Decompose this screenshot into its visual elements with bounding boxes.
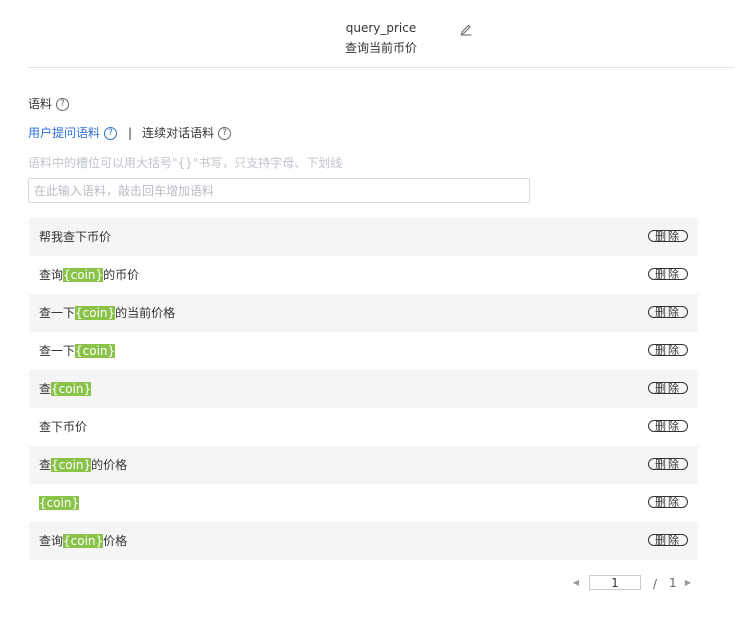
- slot-tag: {coin}: [39, 496, 80, 510]
- slot-tag: {coin}: [51, 382, 92, 396]
- utterance-fragment: 查一下: [39, 344, 76, 358]
- tab-user-questions-label: 用户提问语料: [28, 126, 101, 140]
- utterance-fragment: 的币价: [103, 268, 140, 282]
- tab-continuous-dialogue[interactable]: 连续对话语料?: [142, 126, 232, 140]
- utterance-text: 查下币价: [39, 420, 87, 434]
- utterance-fragment: 的当前价格: [115, 306, 176, 320]
- slot-tag: {coin}: [63, 534, 104, 548]
- corpus-section-title: 语料?: [28, 97, 70, 111]
- utterance-row: 查{coin}的价格 删除: [29, 446, 698, 484]
- utterance-text: 查{coin}的价格: [39, 458, 127, 472]
- question-circle-icon[interactable]: ?: [218, 127, 232, 140]
- corpus-title-label: 语料: [28, 97, 53, 111]
- utterance-text: {coin}: [39, 496, 80, 510]
- utterance-fragment: 帮我查下币价: [39, 230, 112, 244]
- slot-tag: {coin}: [51, 458, 92, 472]
- delete-button[interactable]: 删除: [648, 420, 688, 432]
- intent-description: 查询当前币价: [344, 41, 417, 55]
- utterance-fragment: 查: [39, 458, 52, 472]
- page-number-input[interactable]: [589, 575, 641, 590]
- question-circle-icon[interactable]: ?: [56, 98, 70, 111]
- utterance-fragment: 的价格: [91, 458, 128, 472]
- delete-button[interactable]: 删除: [648, 306, 688, 318]
- utterance-text: 查一下{coin}: [39, 344, 116, 358]
- utterance-text: 查询{coin}价格: [39, 534, 127, 548]
- delete-button[interactable]: 删除: [648, 230, 688, 242]
- slot-tag: {coin}: [75, 306, 116, 320]
- utterance-row: 查询{coin}的币价 删除: [29, 256, 698, 294]
- utterance-row: 查询{coin}价格 删除: [29, 522, 698, 560]
- utterance-row: 查{coin} 删除: [29, 370, 698, 408]
- utterance-text: 查询{coin}的币价: [39, 268, 139, 282]
- delete-button[interactable]: 删除: [648, 382, 688, 394]
- delete-button[interactable]: 删除: [648, 458, 688, 470]
- delete-button[interactable]: 删除: [648, 268, 688, 280]
- slot-syntax-hint: 语料中的槽位可以用大括号"{}"书写，只支持字母、下划线: [28, 156, 343, 170]
- utterance-row: {coin} 删除: [29, 484, 698, 522]
- utterance-fragment: 价格: [103, 534, 128, 548]
- question-circle-icon[interactable]: ?: [104, 127, 118, 140]
- intent-name: query_price: [345, 21, 417, 35]
- corpus-tabs: 用户提问语料? | 连续对话语料?: [28, 126, 232, 140]
- utterance-fragment: 查询: [39, 268, 64, 282]
- utterance-text: 查{coin}: [39, 382, 92, 396]
- delete-button[interactable]: 删除: [648, 534, 688, 546]
- utterance-row: 查下币价 删除: [29, 408, 698, 446]
- utterance-input[interactable]: [28, 178, 530, 203]
- slot-tag: {coin}: [63, 268, 104, 282]
- utterance-text: 帮我查下币价: [39, 230, 111, 244]
- page-total: 1: [669, 576, 677, 590]
- utterance-list: 帮我查下币价 删除 查询{coin}的币价 删除 查一下{coin}的当前价格 删除 查一下…: [29, 218, 698, 560]
- utterance-row: 帮我查下币价 删除: [29, 218, 698, 256]
- page-separator: /: [653, 577, 658, 591]
- tab-user-questions[interactable]: 用户提问语料?: [28, 126, 118, 140]
- utterance-fragment: 查询: [39, 534, 64, 548]
- utterance-fragment: 查: [39, 382, 52, 396]
- utterance-row: 查一下{coin} 删除: [29, 332, 698, 370]
- tab-separator: |: [128, 126, 133, 140]
- utterance-fragment: 查一下: [39, 306, 76, 320]
- caret-left-icon[interactable]: ◀: [571, 575, 581, 591]
- tab-continuous-dialogue-label: 连续对话语料: [142, 126, 215, 140]
- utterance-fragment: 查下币价: [39, 420, 88, 434]
- delete-button[interactable]: 删除: [648, 344, 688, 356]
- caret-right-icon[interactable]: ▶: [683, 575, 693, 591]
- intent-header: query_price 查询当前币价: [28, 0, 734, 68]
- slot-tag: {coin}: [75, 344, 116, 358]
- edit-pencil-icon[interactable]: [459, 22, 473, 36]
- utterance-text: 查一下{coin}的当前价格: [39, 306, 175, 320]
- utterance-row: 查一下{coin}的当前价格 删除: [29, 294, 698, 332]
- delete-button[interactable]: 删除: [648, 496, 688, 508]
